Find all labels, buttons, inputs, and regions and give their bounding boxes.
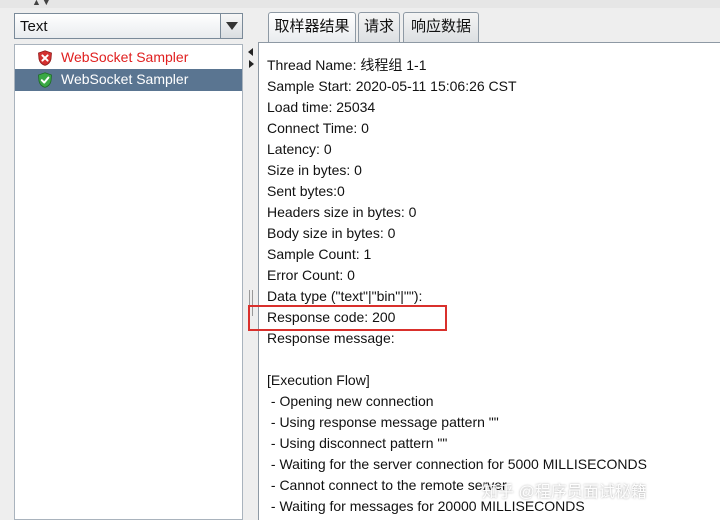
response-code-highlight [248, 305, 447, 331]
tree-item-label: WebSocket Sampler [61, 71, 189, 87]
result-line: Load time: 25034 [267, 99, 376, 115]
result-line: Error Count: 0 [267, 267, 355, 283]
tab-sampler-result[interactable]: 取样器结果 [268, 12, 356, 43]
result-line: Response message: [267, 330, 395, 346]
result-line: Sample Count: 1 [267, 246, 372, 262]
tree-item-label: WebSocket Sampler [61, 49, 189, 65]
tab-response-data[interactable]: 响应数据 [403, 12, 479, 42]
result-line: Data type ("text"|"bin"|""): [267, 288, 423, 304]
success-shield-icon [38, 72, 52, 88]
result-line: Latency: 0 [267, 141, 332, 157]
result-line: Body size in bytes: 0 [267, 225, 396, 241]
result-line: Headers size in bytes: 0 [267, 204, 417, 220]
collapse-left-icon[interactable] [248, 48, 253, 56]
chevron-down-icon [226, 22, 238, 30]
result-text: Thread Name: 线程组 1-1 Sample Start: 2020-0… [267, 55, 647, 517]
error-shield-icon [38, 50, 52, 66]
result-line: - Opening new connection [267, 393, 434, 409]
result-line: Size in bytes: 0 [267, 162, 362, 178]
sampler-result-panel[interactable]: Thread Name: 线程组 1-1 Sample Start: 2020-0… [258, 42, 720, 520]
result-line: Connect Time: 0 [267, 120, 369, 136]
render-type-select[interactable]: Text [14, 13, 243, 39]
sampler-tree[interactable]: WebSocket Sampler WebSocket Sampler [14, 44, 243, 520]
top-strip: ▲▼ [0, 0, 720, 8]
collapse-right-icon[interactable] [249, 60, 254, 68]
left-panel: Text WebSocket Sampler WebSocket Sampler [0, 8, 245, 520]
result-line: [Execution Flow] [267, 372, 370, 388]
panel-splitter[interactable] [245, 8, 258, 520]
result-line: - Using disconnect pattern "" [267, 435, 448, 451]
collapse-arrows-icon[interactable]: ▲▼ [32, 0, 52, 7]
render-type-value: Text [20, 18, 48, 35]
watermark: 知乎 @程序员面试秘籍 [482, 484, 647, 501]
result-line: Thread Name: 线程组 1-1 [267, 57, 427, 73]
result-line: - Waiting for the server connection for … [267, 456, 647, 472]
combo-dropdown-button[interactable] [220, 14, 242, 38]
tree-item-websocket-sampler-success[interactable]: WebSocket Sampler [15, 69, 242, 91]
result-line: - Using response message pattern "" [267, 414, 499, 430]
result-line: Sent bytes:0 [267, 183, 345, 199]
result-line [267, 349, 647, 370]
tab-request[interactable]: 请求 [358, 12, 400, 42]
result-line: Sample Start: 2020-05-11 15:06:26 CST [267, 78, 517, 94]
tree-item-websocket-sampler-error[interactable]: WebSocket Sampler [15, 47, 242, 69]
